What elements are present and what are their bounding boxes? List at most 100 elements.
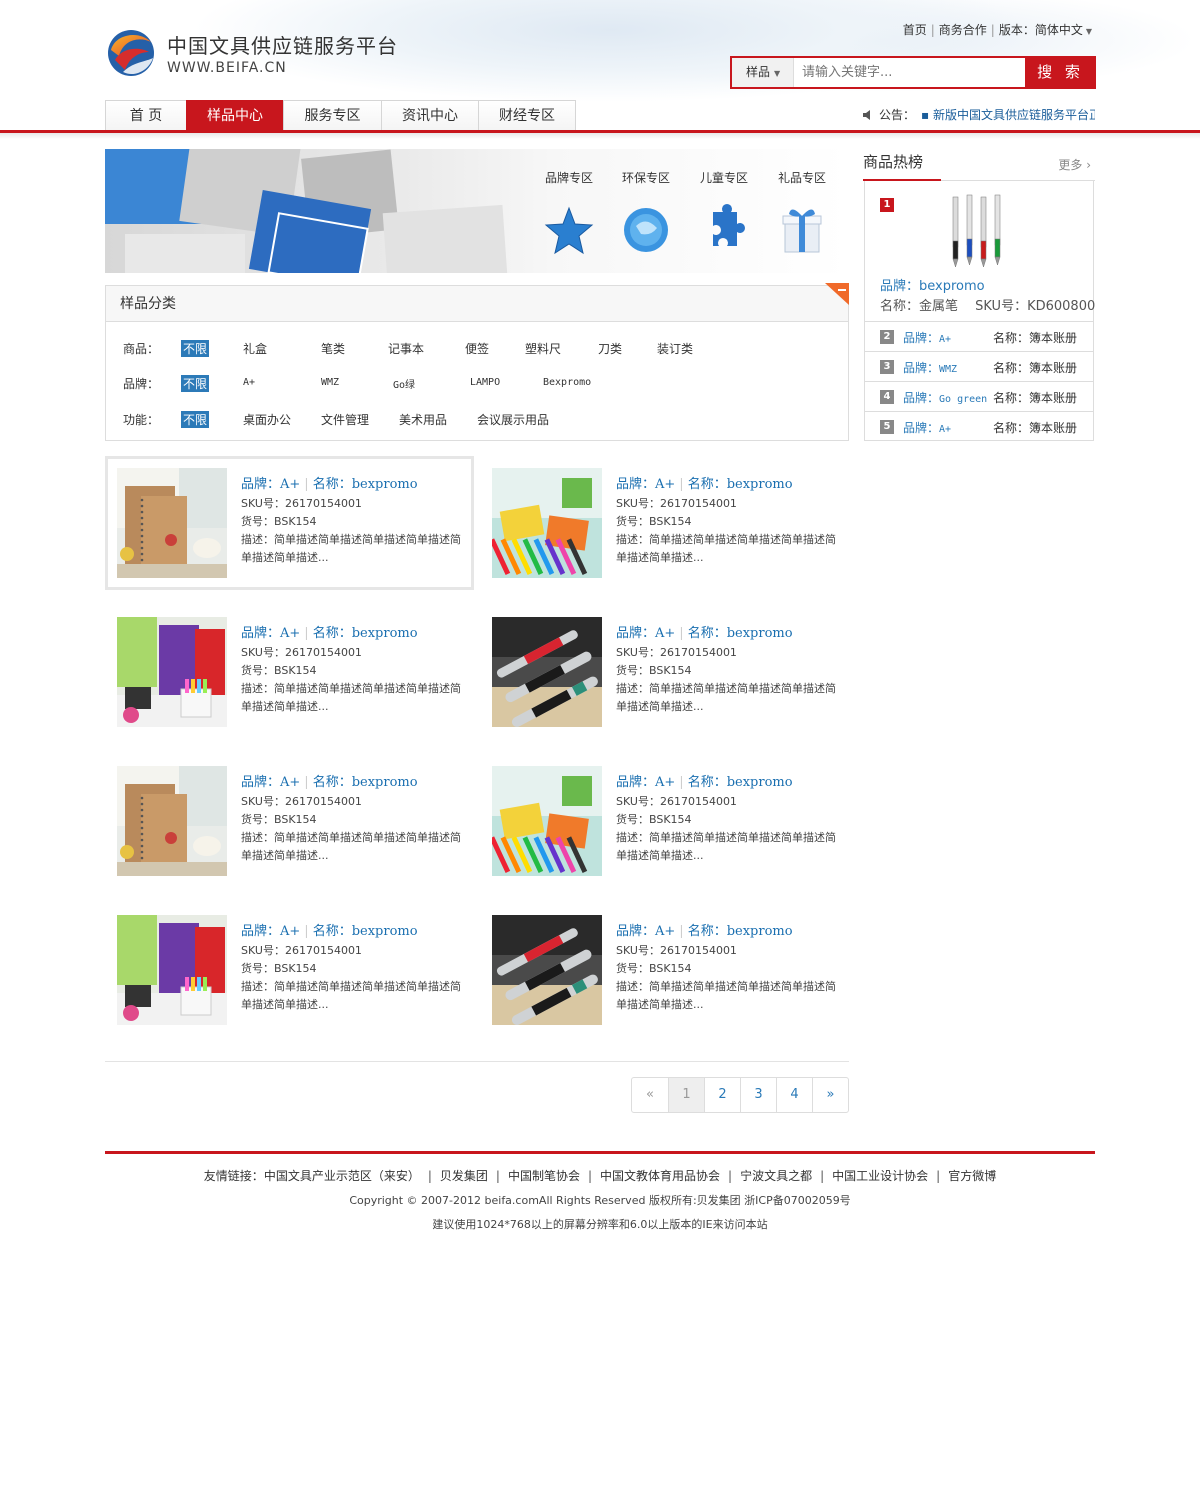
product-card[interactable]: 品牌：A+ | 名称：bexpromo SKU号：26170154001 货号：BSK1… [480, 456, 849, 590]
product-image[interactable] [117, 617, 227, 727]
filter-option[interactable]: WMZ [321, 377, 339, 388]
zone-kids[interactable]: 儿童专区 [689, 169, 759, 258]
product-card[interactable]: 品牌：A+ | 名称：bexpromo SKU号：26170154001 货号：BSK1… [105, 903, 474, 1037]
product-title[interactable]: 品牌：A+ | 名称：bexpromo [241, 473, 469, 495]
pagination: « 1 2 3 4 » [631, 1077, 849, 1113]
friend-link[interactable]: 宁波文具之都 [740, 1169, 812, 1183]
filter-option[interactable]: 塑料尺 [525, 340, 561, 357]
product-title[interactable]: 品牌：A+ | 名称：bexpromo [241, 622, 469, 644]
hot-list-item[interactable]: 5 品牌：A+ 名称：簿本账册 [865, 411, 1093, 441]
page-next-button[interactable]: » [812, 1078, 848, 1112]
brand-label: 品牌： [616, 924, 656, 939]
collapse-icon[interactable] [825, 283, 849, 305]
product-card[interactable]: 品牌：A+ | 名称：bexpromo SKU号：26170154001 货号：BSK1… [105, 605, 474, 739]
product-card[interactable]: 品牌：A+ | 名称：bexpromo SKU号：26170154001 货号：BSK1… [480, 605, 849, 739]
product-image[interactable] [492, 468, 602, 578]
top-link-home[interactable]: 首页 [903, 23, 927, 37]
top-link-language[interactable]: 版本：简体中文 [999, 23, 1083, 37]
name-value: bexpromo [726, 775, 793, 790]
hot-list-more-link[interactable]: 更多 › [1058, 156, 1091, 173]
product-info: 品牌：A+ | 名称：bexpromo SKU号：26170154001 货号：BSK1… [241, 473, 469, 567]
top-link-business[interactable]: 商务合作 [939, 23, 987, 37]
page-button-2[interactable]: 2 [704, 1078, 740, 1112]
friend-link[interactable]: 官方微博 [948, 1169, 996, 1183]
filter-option[interactable]: 记事本 [388, 340, 424, 357]
hot-item-top[interactable]: 1 [880, 196, 894, 212]
filter-option[interactable]: 文件管理 [321, 411, 369, 428]
hot-item-brand: 品牌：A+ [903, 419, 951, 436]
filter-option[interactable]: 美术用品 [399, 411, 447, 428]
friend-link[interactable]: 中国工业设计协会 [832, 1169, 928, 1183]
zone-gift[interactable]: 礼品专区 [767, 169, 837, 258]
filter-option[interactable]: 不限 [181, 340, 210, 357]
filter-option[interactable]: 不限 [181, 411, 210, 428]
nav-home[interactable]: 首 页 [105, 100, 187, 131]
separator: | [495, 1169, 500, 1183]
pens-image[interactable] [947, 191, 1007, 271]
hot-list-item[interactable]: 4 品牌：Go green 名称：簿本账册 [865, 381, 1093, 411]
filter-option[interactable]: 礼盒 [243, 340, 267, 357]
brand-label: 品牌： [241, 924, 281, 939]
product-image[interactable] [492, 617, 602, 727]
product-image[interactable] [117, 915, 227, 1025]
hot-item-brand[interactable]: 品牌：bexpromo [880, 275, 985, 294]
search-type-select[interactable]: 样品 ▼ [732, 58, 794, 87]
hot-list-item[interactable]: 3 品牌：WMZ 名称：簿本账册 [865, 351, 1093, 381]
page-button-4[interactable]: 4 [776, 1078, 812, 1112]
product-desc: 描述：简单描述简单描述简单描述简单描述简单描述简单描述... [241, 682, 461, 713]
filter-option[interactable]: A+ [243, 377, 255, 388]
search-input[interactable] [794, 58, 1026, 87]
nav-samples[interactable]: 样品中心 [186, 100, 284, 131]
notice-link[interactable]: ▪ 新版中国文具供应链服务平台正 [921, 108, 1095, 122]
filter-option[interactable]: 刀类 [598, 340, 622, 357]
product-title[interactable]: 品牌：A+ | 名称：bexpromo [616, 771, 844, 793]
brand-label: 品牌： [616, 626, 656, 641]
page-button-3[interactable]: 3 [740, 1078, 776, 1112]
product-card[interactable]: 品牌：A+ | 名称：bexpromo SKU号：26170154001 货号：BSK1… [105, 456, 474, 590]
search-button[interactable]: 搜 索 [1025, 56, 1096, 89]
filter-option[interactable]: 装订类 [657, 340, 693, 357]
product-title[interactable]: 品牌：A+ | 名称：bexpromo [241, 920, 469, 942]
rank-badge: 4 [880, 390, 894, 404]
friend-link[interactable]: 中国文教体育用品协会 [600, 1169, 720, 1183]
product-card[interactable]: 品牌：A+ | 名称：bexpromo SKU号：26170154001 货号：BSK1… [480, 903, 849, 1037]
friend-link[interactable]: 贝发集团 [440, 1169, 488, 1183]
product-item-no: 货号：BSK154 [616, 813, 692, 826]
separator: | [820, 1169, 825, 1183]
rank-badge: 3 [880, 360, 894, 374]
hot-list-item[interactable]: 2 品牌：A+ 名称：簿本账册 [865, 321, 1093, 351]
name-label: 名称： [687, 775, 727, 790]
product-image[interactable] [492, 766, 602, 876]
filter-option[interactable]: 桌面办公 [243, 411, 291, 428]
product-title[interactable]: 品牌：A+ | 名称：bexpromo [616, 473, 844, 495]
page-prev-button[interactable]: « [632, 1078, 668, 1112]
name-label: 名称： [312, 924, 352, 939]
product-card[interactable]: 品牌：A+ | 名称：bexpromo SKU号：26170154001 货号：BSK1… [105, 754, 474, 888]
site-logo[interactable]: 中国文具供应链服务平台 WWW.BEIFA.CN [105, 28, 405, 80]
product-image[interactable] [117, 468, 227, 578]
filter-option[interactable]: Bexpromo [543, 377, 591, 388]
nav-services[interactable]: 服务专区 [283, 100, 382, 131]
filter-option[interactable]: 笔类 [321, 340, 345, 357]
product-info: 品牌：A+ | 名称：bexpromo SKU号：26170154001 货号：BSK1… [616, 771, 844, 865]
filter-option[interactable]: 会议展示用品 [477, 411, 549, 428]
product-card[interactable]: 品牌：A+ | 名称：bexpromo SKU号：26170154001 货号：BSK1… [480, 754, 849, 888]
zone-eco[interactable]: 环保专区 [611, 169, 681, 258]
product-image[interactable] [492, 915, 602, 1025]
caret-down-icon[interactable]: ▼ [1086, 27, 1092, 36]
filter-option[interactable]: LAMPO [470, 377, 500, 388]
product-image[interactable] [117, 766, 227, 876]
filter-option[interactable]: 不限 [181, 375, 210, 392]
product-title[interactable]: 品牌：A+ | 名称：bexpromo [616, 920, 844, 942]
product-title[interactable]: 品牌：A+ | 名称：bexpromo [616, 622, 844, 644]
zone-brand[interactable]: 品牌专区 [534, 169, 604, 258]
friend-link[interactable]: 中国制笔协会 [508, 1169, 580, 1183]
filter-option[interactable]: 便签 [465, 340, 489, 357]
filter-option[interactable]: Go绿 [393, 376, 415, 391]
brand-value: A+ [655, 924, 676, 939]
product-title[interactable]: 品牌：A+ | 名称：bexpromo [241, 771, 469, 793]
nav-news[interactable]: 资讯中心 [381, 100, 479, 131]
page-button-1[interactable]: 1 [668, 1078, 704, 1112]
nav-finance[interactable]: 财经专区 [478, 100, 576, 131]
friend-link[interactable]: 中国文具产业示范区（来安） [264, 1169, 420, 1183]
